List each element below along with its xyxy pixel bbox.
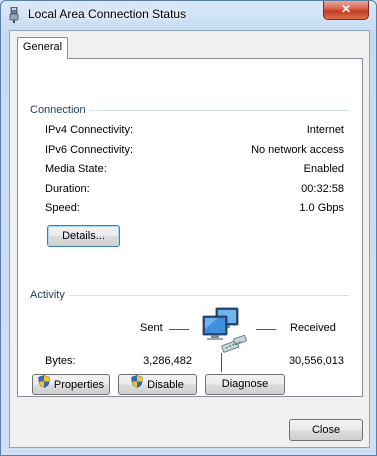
diagnose-button[interactable]: Diagnose xyxy=(205,374,285,395)
uac-shield-icon xyxy=(38,375,50,395)
speed-value: 1.0 Gbps xyxy=(299,202,344,214)
title-bar[interactable]: Local Area Connection Status ✕ xyxy=(1,1,376,29)
media-state-label: Media State: xyxy=(45,163,107,175)
title-close-button[interactable]: ✕ xyxy=(323,1,369,20)
network-computers-icon xyxy=(202,307,254,353)
dialog-client-area: General Connection IPv4 Connectivity: In… xyxy=(9,30,370,448)
connection-group-label: Connection xyxy=(30,104,90,116)
sent-label: Sent xyxy=(140,322,163,334)
bytes-label: Bytes: xyxy=(45,355,76,367)
properties-button-label: Properties xyxy=(53,378,105,391)
close-button[interactable]: Close xyxy=(289,419,363,441)
ipv6-label: IPv6 Connectivity: xyxy=(45,144,134,156)
disable-button-label: Disable xyxy=(147,378,184,391)
close-button-label: Close xyxy=(311,424,341,436)
properties-button[interactable]: Properties xyxy=(32,374,110,395)
speed-label: Speed: xyxy=(45,202,80,214)
activity-group-divider xyxy=(31,295,349,296)
bytes-received-value: 30,556,013 xyxy=(288,355,344,367)
sent-connector-line xyxy=(169,329,189,330)
network-adapter-icon xyxy=(8,6,20,23)
ipv6-value: No network access xyxy=(251,144,344,156)
details-button[interactable]: Details... xyxy=(47,225,120,247)
diagnose-button-label: Diagnose xyxy=(221,378,269,390)
received-connector-line xyxy=(256,329,276,330)
window-title: Local Area Connection Status xyxy=(28,7,187,21)
tab-general[interactable]: General xyxy=(17,37,68,59)
details-button-label: Details... xyxy=(62,230,105,242)
activity-divider-line xyxy=(221,353,222,372)
duration-value: 00:32:58 xyxy=(301,183,344,195)
ipv4-label: IPv4 Connectivity: xyxy=(45,124,134,136)
general-tab-panel: Connection IPv4 Connectivity: Internet I… xyxy=(17,58,363,397)
duration-label: Duration: xyxy=(45,183,90,195)
ipv4-value: Internet xyxy=(306,124,344,136)
uac-shield-icon xyxy=(131,375,143,395)
media-state-value: Enabled xyxy=(303,163,344,175)
disable-button[interactable]: Disable xyxy=(118,374,197,395)
received-label: Received xyxy=(290,322,336,334)
activity-group-label: Activity xyxy=(30,289,69,301)
status-window: Local Area Connection Status ✕ General C… xyxy=(0,0,377,456)
bytes-sent-value: 3,286,482 xyxy=(143,355,192,367)
